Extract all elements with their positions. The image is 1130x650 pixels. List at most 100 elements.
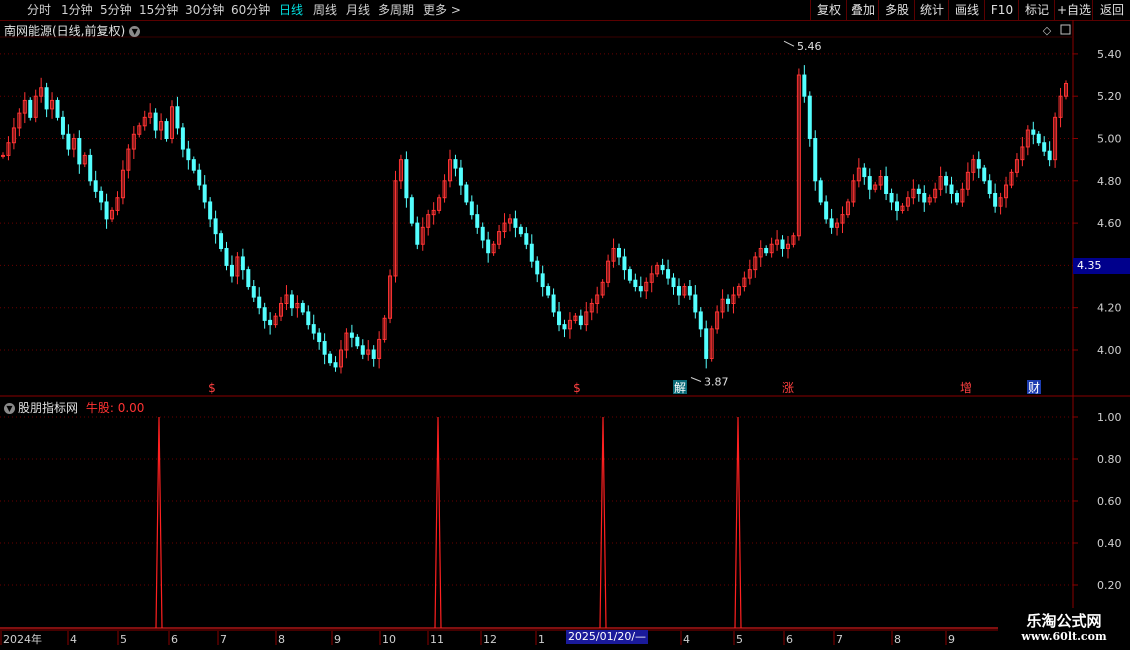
candle-body[interactable] bbox=[404, 159, 409, 199]
candle-body[interactable] bbox=[371, 349, 376, 359]
candle-body[interactable] bbox=[349, 332, 354, 338]
candle-body[interactable] bbox=[546, 286, 551, 296]
candle-body[interactable] bbox=[807, 95, 812, 139]
candle-body[interactable] bbox=[954, 192, 959, 203]
candle-body[interactable] bbox=[262, 307, 267, 321]
indicator-spike[interactable] bbox=[599, 416, 607, 629]
candle-body[interactable] bbox=[687, 286, 692, 296]
candle-body[interactable] bbox=[289, 294, 294, 309]
candle-body[interactable] bbox=[164, 121, 169, 140]
candle-body[interactable] bbox=[764, 247, 769, 254]
candle-body[interactable] bbox=[251, 286, 256, 298]
candle-body[interactable] bbox=[802, 74, 807, 97]
candle-body[interactable] bbox=[306, 311, 311, 326]
candle-body[interactable] bbox=[197, 169, 202, 186]
candle-body[interactable] bbox=[322, 341, 327, 355]
candle-body[interactable] bbox=[60, 116, 65, 135]
candle-body[interactable] bbox=[944, 176, 949, 186]
candle-body[interactable] bbox=[704, 328, 709, 359]
candle-body[interactable] bbox=[1047, 150, 1052, 161]
candle-body[interactable] bbox=[415, 222, 420, 245]
candle-body[interactable] bbox=[889, 192, 894, 203]
candle-body[interactable] bbox=[916, 188, 921, 194]
candle-body[interactable] bbox=[693, 294, 698, 313]
candle-body[interactable] bbox=[328, 353, 333, 364]
candle-body[interactable] bbox=[360, 345, 365, 355]
candle-body[interactable] bbox=[77, 138, 82, 165]
candle-body[interactable] bbox=[1036, 133, 1041, 144]
candle-body[interactable] bbox=[993, 192, 998, 207]
candle-body[interactable] bbox=[949, 184, 954, 194]
candle-body[interactable] bbox=[186, 148, 191, 161]
candle-body[interactable] bbox=[578, 315, 583, 326]
candle-body[interactable] bbox=[219, 233, 224, 249]
chevron-down-icon[interactable]: ▼ bbox=[129, 26, 141, 37]
candle-body[interactable] bbox=[246, 269, 251, 288]
candle-body[interactable] bbox=[311, 324, 316, 334]
kline-chart[interactable]: 5.405.205.004.804.604.404.204.005.463.87… bbox=[0, 0, 1130, 650]
candle-body[interactable] bbox=[922, 192, 927, 203]
candle-body[interactable] bbox=[355, 336, 360, 347]
candle-body[interactable] bbox=[824, 201, 829, 220]
candle-body[interactable] bbox=[486, 239, 491, 254]
candle-body[interactable] bbox=[93, 180, 98, 192]
candle-body[interactable] bbox=[513, 218, 518, 228]
candle-body[interactable] bbox=[666, 269, 671, 279]
candle-body[interactable] bbox=[524, 233, 529, 245]
candle-body[interactable] bbox=[780, 239, 785, 249]
candle-body[interactable] bbox=[1, 154, 5, 157]
chevron-down-icon[interactable]: ▼ bbox=[4, 403, 15, 414]
indicator-spike[interactable] bbox=[734, 416, 742, 629]
candle-body[interactable] bbox=[458, 167, 463, 186]
candle-body[interactable] bbox=[409, 197, 414, 224]
candle-body[interactable] bbox=[895, 201, 900, 211]
candle-body[interactable] bbox=[1031, 129, 1036, 135]
candle-body[interactable] bbox=[202, 184, 207, 203]
candle-body[interactable] bbox=[88, 154, 93, 182]
candle-body[interactable] bbox=[987, 180, 992, 194]
candle-body[interactable] bbox=[726, 298, 731, 304]
candle-body[interactable] bbox=[213, 218, 218, 235]
candle-body[interactable] bbox=[453, 159, 458, 169]
candle-body[interactable] bbox=[633, 279, 638, 288]
candle-body[interactable] bbox=[982, 167, 987, 182]
candle-body[interactable] bbox=[671, 277, 676, 288]
candle-body[interactable] bbox=[676, 286, 681, 296]
candle-body[interactable] bbox=[616, 247, 621, 258]
candle-body[interactable] bbox=[104, 201, 109, 220]
candle-body[interactable] bbox=[638, 286, 643, 292]
candle-body[interactable] bbox=[557, 311, 562, 326]
candle-body[interactable] bbox=[627, 269, 632, 281]
candle-body[interactable] bbox=[55, 99, 60, 118]
candle-body[interactable] bbox=[208, 201, 213, 220]
candle-body[interactable] bbox=[540, 273, 545, 288]
candle-body[interactable] bbox=[862, 167, 867, 178]
candle-body[interactable] bbox=[44, 87, 49, 110]
candle-body[interactable] bbox=[153, 112, 158, 131]
indicator-spike[interactable] bbox=[434, 416, 442, 629]
candle-body[interactable] bbox=[622, 256, 627, 271]
candle-body[interactable] bbox=[191, 159, 196, 171]
candle-body[interactable] bbox=[660, 264, 665, 271]
candle-body[interactable] bbox=[28, 99, 33, 118]
candle-body[interactable] bbox=[99, 190, 104, 203]
candle-body[interactable] bbox=[884, 176, 889, 194]
candle-body[interactable] bbox=[175, 106, 180, 129]
candle-body[interactable] bbox=[224, 247, 229, 266]
candle-body[interactable] bbox=[518, 226, 523, 235]
candle-body[interactable] bbox=[317, 332, 322, 343]
candle-body[interactable] bbox=[698, 311, 703, 330]
candle-body[interactable] bbox=[829, 218, 834, 228]
indicator-spike[interactable] bbox=[155, 416, 163, 629]
candle-body[interactable] bbox=[976, 159, 981, 169]
candle-body[interactable] bbox=[333, 362, 338, 368]
chart-title[interactable]: 南网能源(日线,前复权) ▼ bbox=[4, 22, 141, 39]
candle-body[interactable] bbox=[475, 214, 480, 228]
candle-body[interactable] bbox=[480, 226, 485, 241]
candle-body[interactable] bbox=[268, 319, 273, 326]
candle-body[interactable] bbox=[535, 260, 540, 275]
candle-body[interactable] bbox=[180, 127, 185, 150]
candle-body[interactable] bbox=[867, 176, 872, 190]
candle-body[interactable] bbox=[300, 302, 305, 313]
candle-body[interactable] bbox=[257, 296, 262, 309]
